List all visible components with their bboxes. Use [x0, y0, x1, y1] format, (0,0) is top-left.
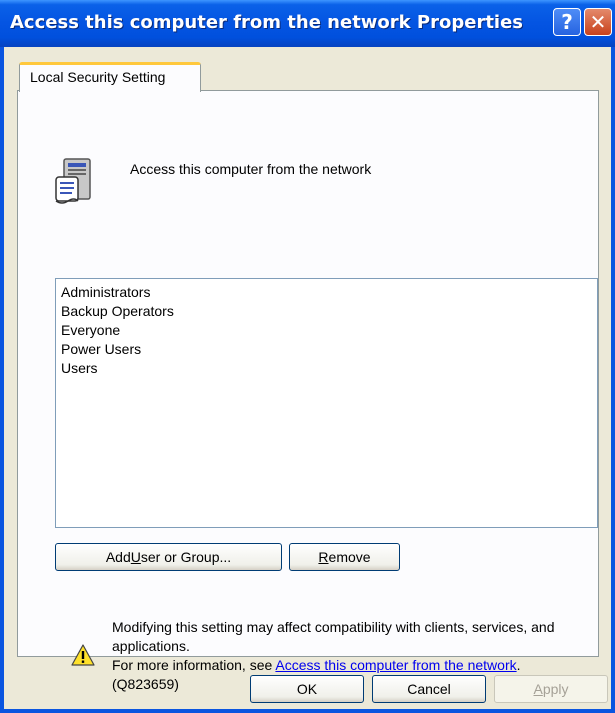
- close-icon: ✕: [589, 10, 607, 34]
- close-button[interactable]: ✕: [584, 8, 612, 36]
- list-item[interactable]: Backup Operators: [61, 302, 597, 321]
- tab-panel: Access this computer from the network Ad…: [17, 90, 599, 692]
- dialog-client-area: Local Security Setting Access this compu…: [4, 47, 611, 709]
- list-item[interactable]: Everyone: [61, 321, 597, 340]
- title-bar[interactable]: Access this computer from the network Pr…: [0, 0, 615, 47]
- remove-button[interactable]: Remove: [289, 543, 400, 571]
- remove-button-accel: R: [318, 549, 329, 565]
- ok-button[interactable]: OK: [250, 675, 364, 703]
- members-listbox[interactable]: Administrators Backup Operators Everyone…: [55, 278, 598, 528]
- list-item[interactable]: Power Users: [61, 340, 597, 359]
- help-link[interactable]: Access this computer from the network: [275, 657, 516, 673]
- warning-line: Modifying this setting may affect compat…: [112, 619, 555, 654]
- window-title: Access this computer from the network Pr…: [10, 12, 524, 33]
- list-item[interactable]: Administrators: [61, 283, 597, 302]
- add-button-label-pre: Add: [105, 549, 131, 565]
- help-icon: ?: [561, 10, 573, 34]
- cancel-button[interactable]: Cancel: [372, 675, 486, 703]
- policy-name: Access this computer from the network: [130, 161, 372, 177]
- list-item[interactable]: Users: [61, 359, 597, 378]
- more-info-suffix: .: [516, 657, 521, 673]
- apply-button-label-post: pply: [542, 681, 569, 697]
- properties-window: Access this computer from the network Pr…: [0, 0, 615, 713]
- help-button[interactable]: ?: [553, 8, 581, 36]
- add-user-or-group-button[interactable]: Add User or Group...: [55, 543, 282, 571]
- warning-icon: [71, 644, 95, 666]
- add-button-accel: U: [130, 549, 141, 565]
- remove-button-label-post: emove: [328, 549, 371, 565]
- apply-button-accel: A: [533, 681, 543, 697]
- apply-button[interactable]: Apply: [494, 675, 608, 703]
- add-button-label-post: ser or Group...: [140, 549, 232, 565]
- policy-document-icon: [55, 158, 91, 204]
- more-info-prefix: For more information, see: [112, 657, 276, 673]
- tab-local-security-setting[interactable]: Local Security Setting: [19, 62, 201, 92]
- more-info-line: For more information, see Access this co…: [112, 656, 602, 675]
